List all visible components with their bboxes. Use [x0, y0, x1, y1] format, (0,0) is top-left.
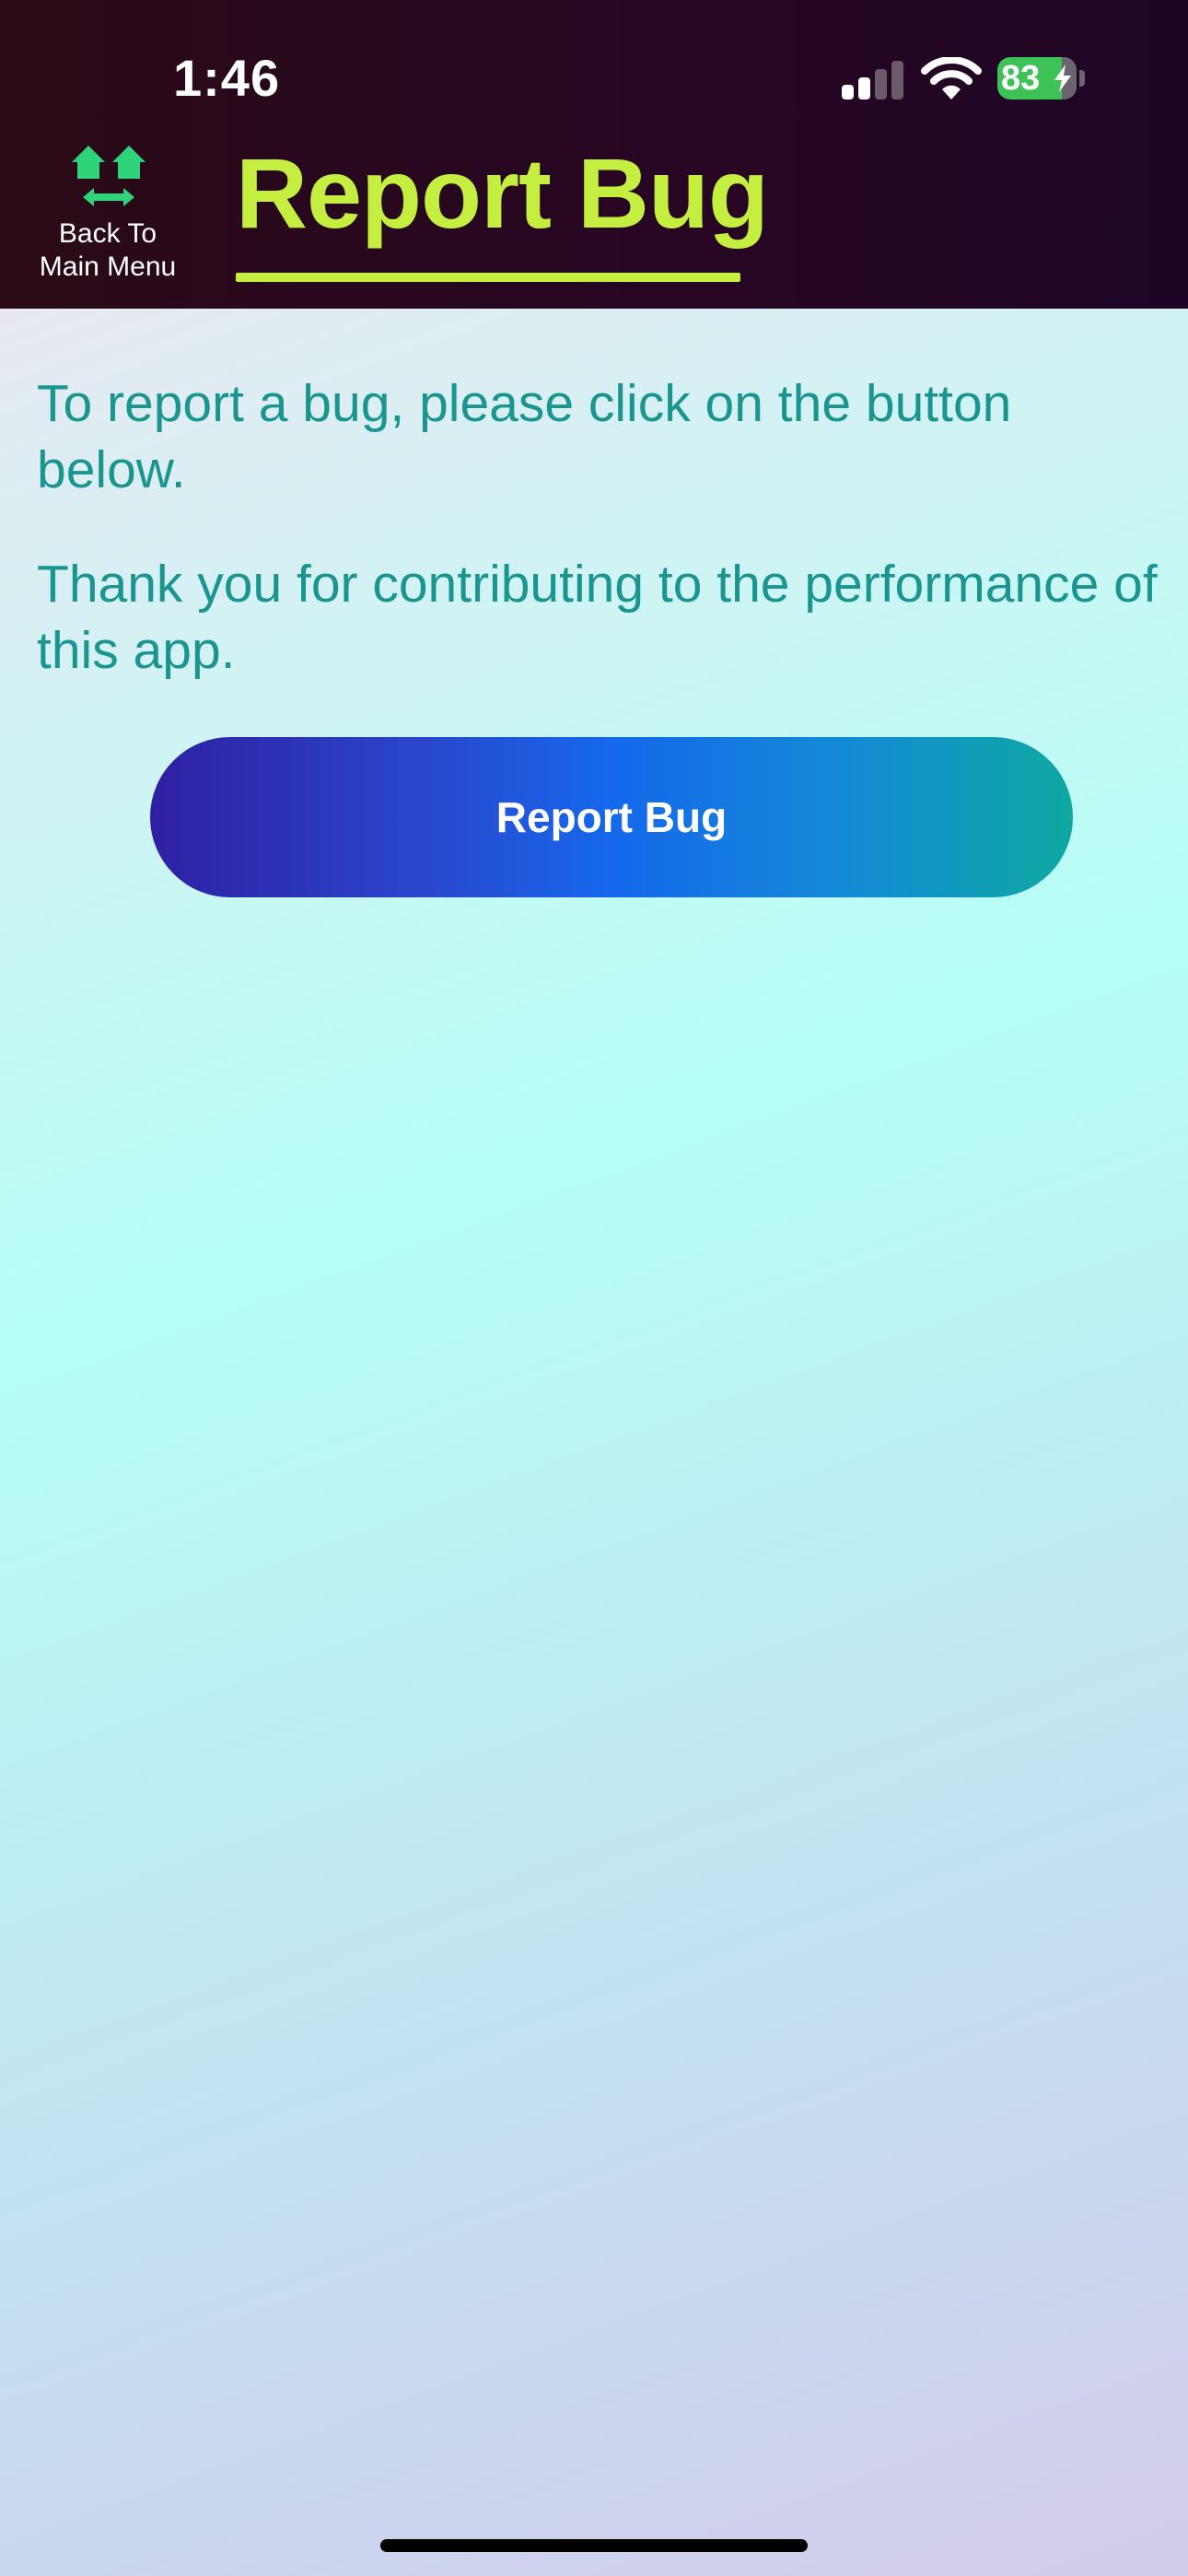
back-label-line2: Main Menu	[39, 252, 177, 282]
battery-indicator: 83	[997, 57, 1077, 100]
wifi-icon	[921, 57, 982, 100]
cellular-signal-icon	[842, 61, 904, 100]
back-label-line1: Back To	[58, 218, 157, 249]
report-bug-button[interactable]: Report Bug	[150, 737, 1073, 897]
signal-bar	[858, 77, 870, 100]
back-to-main-menu-button[interactable]: Back To Main Menu	[26, 136, 190, 284]
thank-you-text: Thank you for contributing to the perfor…	[37, 555, 1158, 680]
signal-bar	[842, 85, 854, 100]
status-time: 1:46	[173, 49, 281, 107]
bolt-icon	[1054, 64, 1071, 92]
home-indicator[interactable]	[380, 2539, 808, 2552]
title-underline	[236, 273, 740, 282]
instruction-text: To report a bug, please click on the but…	[37, 374, 1012, 499]
home-exchange-icon	[72, 146, 146, 206]
signal-bar	[875, 69, 887, 100]
page-title: Report Bug	[236, 137, 769, 249]
signal-bar	[891, 61, 903, 100]
back-button-label: Back To Main Menu	[26, 217, 190, 284]
battery-percent: 83	[1001, 59, 1041, 98]
battery-nub	[1079, 70, 1085, 87]
top-header: 1:46 83 Back To Main Menu Report Bug	[0, 0, 1188, 309]
